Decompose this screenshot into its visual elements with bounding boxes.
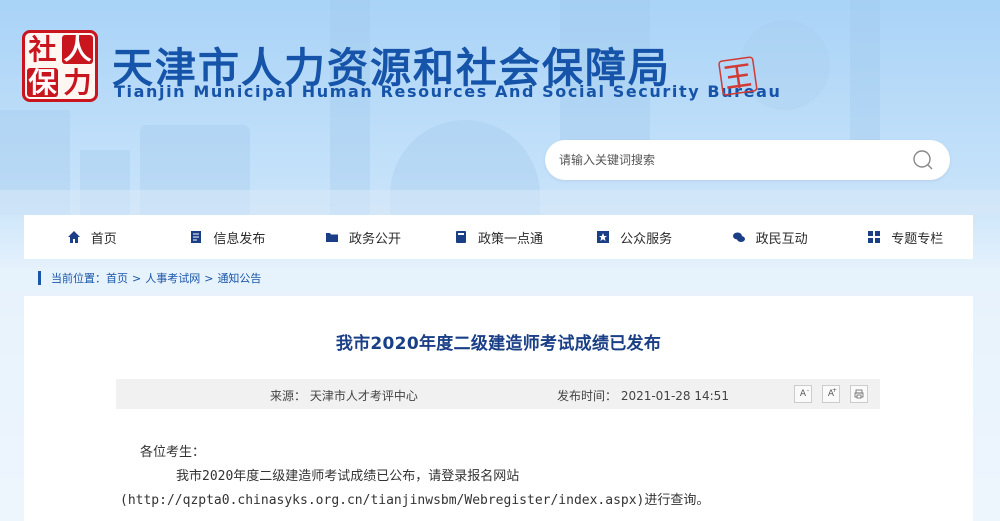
nav-item-label: 政策一点通 (478, 231, 544, 247)
breadcrumb-marker (38, 271, 41, 285)
site-logo[interactable]: 社 人 保 力 (22, 30, 98, 102)
star-icon (597, 231, 610, 243)
main-navigation: 首页 信息发布 政务公开 政策一点通 公众服务 政民互动 专题专栏 (24, 215, 973, 259)
search-box (545, 140, 950, 180)
nav-item-label: 政民互动 (755, 231, 808, 247)
chat-icon (732, 232, 745, 242)
article-title: 我市2020年度二级建造师考试成绩已发布 (335, 334, 662, 354)
breadcrumb-link-home[interactable]: 首页 (106, 270, 128, 286)
font-increase-button[interactable]: A + (822, 385, 840, 403)
logo-char: 力 (63, 65, 92, 99)
breadcrumb-prefix: 当前位置： (51, 272, 106, 285)
home-icon (67, 231, 80, 243)
article-link-text[interactable]: (http://qzpta0.chinasyks.org.cn/tianjinw… (120, 489, 940, 513)
print-icon (854, 389, 864, 399)
article-body: 各位考生： 我市2020年度二级建造师考试成绩已公布，请登录报名网站 (http… (120, 441, 940, 513)
document-icon (191, 231, 202, 243)
nav-item-interaction[interactable]: 政民互动 (702, 215, 838, 259)
font-decrease-label: A (799, 389, 807, 399)
book-icon (456, 231, 467, 243)
logo-char: 人 (62, 32, 93, 66)
article-tools: A- A + (794, 385, 868, 403)
breadcrumb-separator: > (132, 271, 142, 285)
article-greeting: 各位考生： (140, 445, 206, 460)
font-decrease-button[interactable]: A- (794, 385, 812, 403)
site-header: 社 人 保 力 天津市人力资源和社会保障局 Tianjin Municipal … (0, 0, 1000, 215)
article-publish-time: 发布时间： 2021-01-28 14:51 (557, 389, 729, 403)
site-subtitle: Tianjin Municipal Human Resources And So… (114, 82, 782, 101)
nav-item-info-release[interactable]: 信息发布 (160, 215, 296, 259)
seal-stamp (715, 53, 760, 100)
search-input[interactable] (559, 140, 899, 180)
breadcrumb-separator: > (204, 271, 214, 285)
nav-item-government-affairs[interactable]: 政务公开 (295, 215, 431, 259)
breadcrumb-link-notice[interactable]: 通知公告 (217, 270, 261, 286)
nav-item-home[interactable]: 首页 (24, 215, 160, 259)
folder-icon (325, 233, 338, 242)
nav-item-special-topics[interactable]: 专题专栏 (837, 215, 973, 259)
breadcrumb: 当前位置： 首页 > 人事考试网 > 通知公告 (38, 270, 261, 286)
search-icon[interactable] (912, 149, 934, 171)
nav-item-label: 政务公开 (348, 231, 401, 247)
nav-item-label: 信息发布 (213, 231, 266, 247)
nav-item-label: 首页 (90, 231, 117, 247)
logo-char: 社 (28, 32, 57, 66)
article-paragraph: 我市2020年度二级建造师考试成绩已公布，请登录报名网站 (176, 469, 520, 484)
article-source: 来源： 天津市人才考评中心 (270, 389, 418, 403)
article-meta-bar: 来源： 天津市人才考评中心 发布时间： 2021-01-28 14:51 A- … (116, 379, 880, 409)
nav-item-policy[interactable]: 政策一点通 (431, 215, 567, 259)
logo-char: 保 (27, 65, 58, 99)
grid-icon (868, 231, 881, 243)
print-button[interactable] (850, 385, 868, 403)
nav-item-public-service[interactable]: 公众服务 (566, 215, 702, 259)
nav-item-label: 公众服务 (620, 231, 673, 247)
nav-item-label: 专题专栏 (891, 231, 944, 247)
breadcrumb-link-exam[interactable]: 人事考试网 (145, 270, 200, 286)
article-container: 我市2020年度二级建造师考试成绩已发布 来源： 天津市人才考评中心 发布时间：… (24, 296, 973, 521)
